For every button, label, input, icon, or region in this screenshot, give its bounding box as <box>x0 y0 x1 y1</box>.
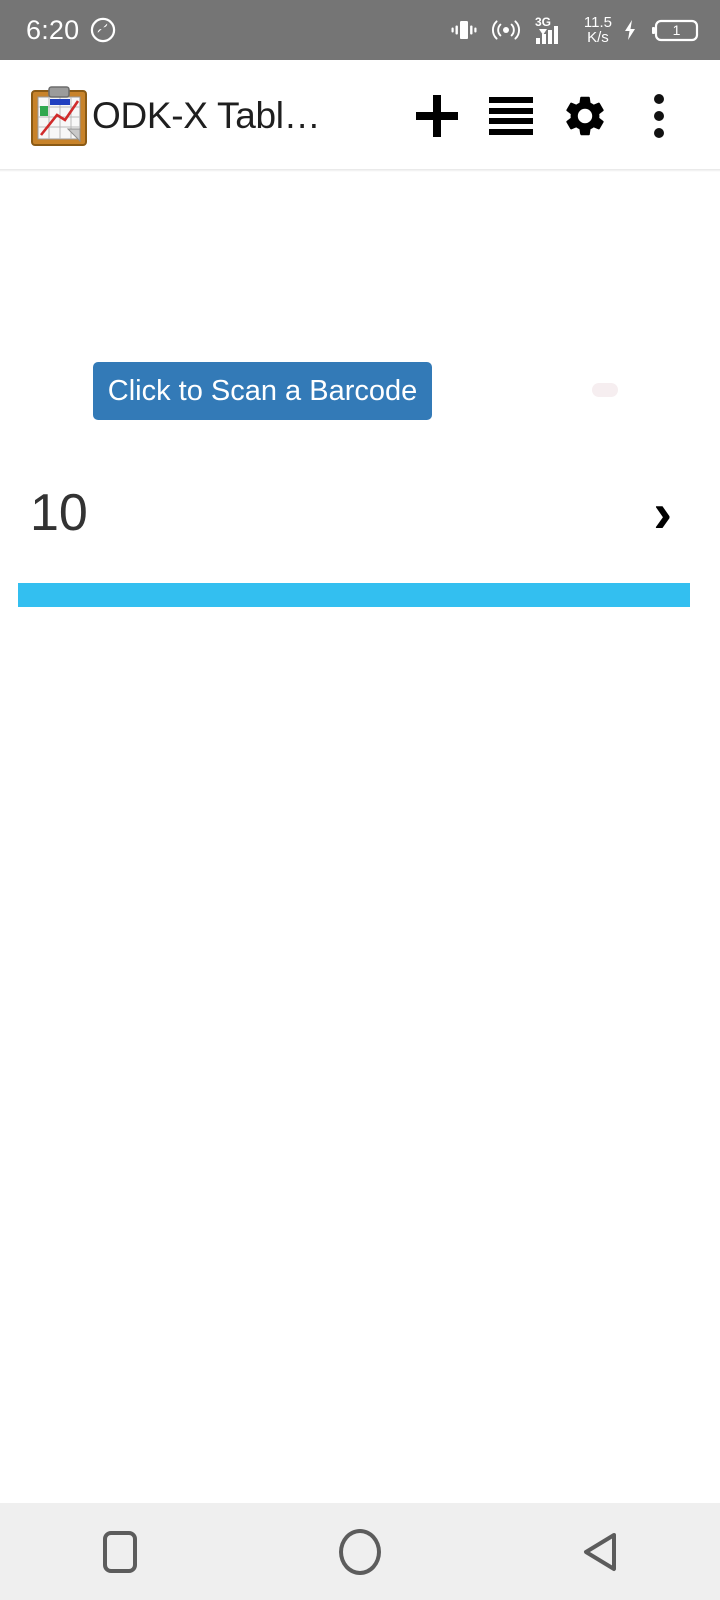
status-bar-left: 6:20 <box>26 16 117 44</box>
menu-button[interactable] <box>474 79 548 153</box>
app-bar-actions <box>400 79 696 153</box>
network-speed: 11.5 K/s <box>583 13 612 46</box>
ghost-pill-placeholder <box>592 383 618 397</box>
list-item[interactable]: 10 › <box>0 465 720 560</box>
svg-text:3G: 3G <box>535 15 551 29</box>
circle-icon <box>339 1528 381 1575</box>
app-bar: ODK-X Tabl… <box>0 60 720 172</box>
status-bar: 6:20 3G 11.5 K/s 1 <box>0 0 720 60</box>
network-speed-unit: K/s <box>587 28 609 46</box>
hotspot-icon <box>491 20 520 40</box>
more-vertical-icon <box>654 94 664 138</box>
chevron-right-icon[interactable]: › <box>653 484 690 541</box>
phone-screen: 6:20 3G 11.5 K/s 1 ODK-X Tabl… Click to … <box>0 0 720 1600</box>
charging-bolt-icon <box>625 20 635 40</box>
progress-bar <box>18 583 690 607</box>
battery-icon: 1 <box>652 19 699 42</box>
page-title: ODK-X Tabl… <box>92 95 321 136</box>
signal-3g-icon: 3G <box>535 15 558 44</box>
triangle-left-icon <box>584 1532 616 1571</box>
plus-icon <box>416 95 458 137</box>
network-speed-value: 11.5 <box>583 13 612 31</box>
back-button[interactable] <box>540 1503 660 1600</box>
recents-button[interactable] <box>60 1503 180 1600</box>
hamburger-icon <box>489 97 533 135</box>
settings-button[interactable] <box>548 79 622 153</box>
status-bar-right: 3G 11.5 K/s 1 <box>449 14 700 46</box>
battery-level: 1 <box>673 22 681 38</box>
overflow-button[interactable] <box>622 79 696 153</box>
system-navigation-bar <box>0 1503 720 1600</box>
vibrate-icon <box>451 21 477 39</box>
content-area: Click to Scan a Barcode 10 › <box>0 175 720 1503</box>
home-button[interactable] <box>300 1503 420 1600</box>
add-button[interactable] <box>400 79 474 153</box>
silent-mode-icon <box>91 17 116 43</box>
clock: 6:20 <box>26 14 80 45</box>
gear-icon <box>566 96 604 136</box>
square-icon <box>103 1530 137 1573</box>
row-value: 10 <box>30 483 88 542</box>
scan-barcode-button[interactable]: Click to Scan a Barcode <box>93 362 432 420</box>
clipboard-chart-icon <box>31 86 87 146</box>
